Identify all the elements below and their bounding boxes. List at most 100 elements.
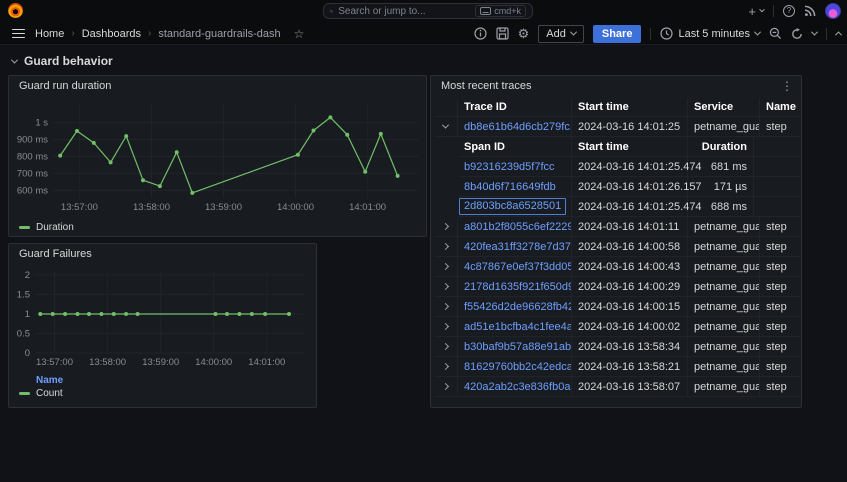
trace-service: petname_guard: [688, 237, 760, 256]
expand-row-toggle[interactable]: [434, 377, 458, 396]
chevron-right-icon: [442, 323, 449, 330]
legend-item-count[interactable]: Count: [9, 386, 316, 399]
zoom-out-button[interactable]: [769, 27, 782, 40]
panel-menu-kebab-icon[interactable]: ⋮: [777, 79, 797, 93]
rss-icon: [804, 5, 816, 17]
breadcrumb-home[interactable]: Home: [35, 28, 64, 40]
trace-service: petname_guard: [688, 217, 760, 236]
svg-text:900 ms: 900 ms: [17, 135, 48, 146]
search-box[interactable]: cmd+k: [323, 3, 533, 19]
trace-id-link[interactable]: 4c87867e0ef37f3dd05...: [464, 261, 572, 273]
trace-id-link[interactable]: db8e61b64d6cb279fc1...: [464, 121, 572, 133]
span-start-time: 2024-03-16 14:01:26.157: [572, 177, 688, 196]
share-button[interactable]: Share: [593, 25, 642, 43]
trace-start-time: 2024-03-16 14:00:43: [572, 257, 688, 276]
column-header[interactable]: Trace ID: [458, 98, 572, 116]
selected-span-box: 2d803bc8a6528501: [459, 198, 566, 215]
trace-start-time: 2024-03-16 14:00:58: [572, 237, 688, 256]
refresh-button[interactable]: [791, 28, 803, 40]
trace-id-link[interactable]: 81629760bb2c42edcae...: [464, 361, 572, 373]
trace-service: petname_guard: [688, 117, 760, 136]
panel-title[interactable]: Guard run duration: [9, 76, 426, 97]
span-id-link[interactable]: b92316239d5f7fcc: [464, 161, 555, 173]
chevron-right-icon: [442, 263, 449, 270]
row-guard-behavior-toggle[interactable]: Guard behavior: [12, 54, 113, 68]
trace-row: ad51e1bcfba4c1fee4af3... 2024-03-16 14:0…: [434, 317, 800, 337]
expand-row-toggle[interactable]: [434, 257, 458, 276]
spans-header-row: Span IDStart timeDuration: [458, 137, 800, 157]
panel-info-button[interactable]: [474, 27, 487, 40]
span-id-link[interactable]: 2d803bc8a6528501: [464, 200, 561, 212]
panel-most-recent-traces: Most recent traces ⋮ Trace IDStart timeS…: [430, 75, 802, 408]
trace-id-link[interactable]: ad51e1bcfba4c1fee4af3...: [464, 321, 572, 333]
add-panel-button[interactable]: Add: [538, 25, 584, 43]
trace-name: step: [760, 317, 800, 336]
span-id-link[interactable]: 8b40d6f716649fdb: [464, 181, 556, 193]
trace-id-link[interactable]: 2178d1635f921f650d94...: [464, 281, 572, 293]
expand-row-toggle[interactable]: [434, 277, 458, 296]
trace-name: step: [760, 217, 800, 236]
collapse-toolbar-button[interactable]: [836, 31, 841, 36]
trace-row: 420a2ab2c3e836fb0aa... 2024-03-16 13:58:…: [434, 377, 800, 397]
row-title: Guard behavior: [24, 54, 113, 68]
trace-start-time: 2024-03-16 14:01:11: [572, 217, 688, 236]
trace-id-link[interactable]: 420fea31ff3278e7d37f...: [464, 241, 572, 253]
chevron-right-icon: [442, 343, 449, 350]
dashboard-settings-button[interactable]: ⚙: [518, 27, 530, 40]
trace-service: petname_guard: [688, 357, 760, 376]
clock-icon: [660, 27, 673, 40]
chevron-right-icon: [442, 223, 449, 230]
expand-row-toggle[interactable]: [434, 357, 458, 376]
panel-title[interactable]: Guard Failures: [9, 244, 316, 265]
breadcrumb: Home › Dashboards › standard-guardrails-…: [35, 27, 304, 41]
expand-row-toggle[interactable]: [434, 237, 458, 256]
refresh-interval-dropdown[interactable]: [812, 31, 817, 36]
expand-row-toggle[interactable]: [434, 337, 458, 356]
news-button[interactable]: [804, 5, 816, 17]
expand-row-toggle[interactable]: [434, 317, 458, 336]
span-start-time: 2024-03-16 14:01:25.474: [572, 157, 688, 176]
trace-id-link[interactable]: f55426d2de96628fb42...: [464, 301, 572, 313]
legend-sort-name-header[interactable]: Name: [9, 374, 316, 386]
help-icon: ?: [783, 5, 795, 17]
span-row: 2d803bc8a6528501 2024-03-16 14:01:25.474…: [458, 197, 800, 217]
trace-name: step: [760, 237, 800, 256]
search-input[interactable]: [338, 6, 470, 17]
help-button[interactable]: ?: [783, 5, 795, 17]
expand-row-toggle[interactable]: [434, 297, 458, 316]
svg-text:13:57:00: 13:57:00: [61, 202, 98, 213]
svg-text:1 s: 1 s: [35, 118, 48, 129]
grafana-logo-icon[interactable]: [8, 3, 23, 18]
column-header[interactable]: Name: [760, 98, 800, 116]
collapse-row-toggle[interactable]: [434, 117, 458, 136]
add-label: Add: [546, 28, 566, 40]
span-id-cell: 2d803bc8a6528501: [458, 197, 572, 216]
trace-name: step: [760, 377, 800, 396]
svg-text:2: 2: [25, 270, 30, 281]
breadcrumb-separator: ›: [148, 28, 151, 39]
trace-start-time: 2024-03-16 14:00:29: [572, 277, 688, 296]
time-range-picker[interactable]: Last 5 minutes: [660, 27, 760, 40]
expand-row-toggle[interactable]: [434, 217, 458, 236]
column-header[interactable]: Start time: [572, 98, 688, 116]
profile-button[interactable]: [825, 3, 841, 19]
save-dashboard-button[interactable]: [496, 27, 509, 40]
trace-id-cell: db8e61b64d6cb279fc1...: [458, 117, 572, 136]
favorite-star-icon[interactable]: ☆: [294, 27, 305, 41]
panel-title[interactable]: Most recent traces: [431, 76, 801, 97]
menu-toggle-icon[interactable]: [10, 27, 27, 41]
trace-start-time: 2024-03-16 13:58:21: [572, 357, 688, 376]
trace-service: petname_guard: [688, 337, 760, 356]
column-header[interactable]: Service: [688, 98, 760, 116]
span-duration: 171 µs: [688, 177, 754, 196]
breadcrumb-dashboards[interactable]: Dashboards: [82, 28, 141, 40]
trace-start-time: 2024-03-16 14:01:25: [572, 117, 688, 136]
new-button[interactable]: +: [748, 5, 764, 18]
svg-text:1.5: 1.5: [17, 289, 30, 300]
trace-id-link[interactable]: b30baf9b57a88e91ab5...: [464, 341, 572, 353]
svg-text:14:01:00: 14:01:00: [349, 202, 386, 213]
legend-item-duration[interactable]: Duration: [9, 220, 426, 233]
trace-id-link[interactable]: 420a2ab2c3e836fb0aa...: [464, 381, 572, 393]
user-avatar: [825, 3, 841, 19]
trace-id-link[interactable]: a801b2f8055c6ef2229...: [464, 221, 572, 233]
